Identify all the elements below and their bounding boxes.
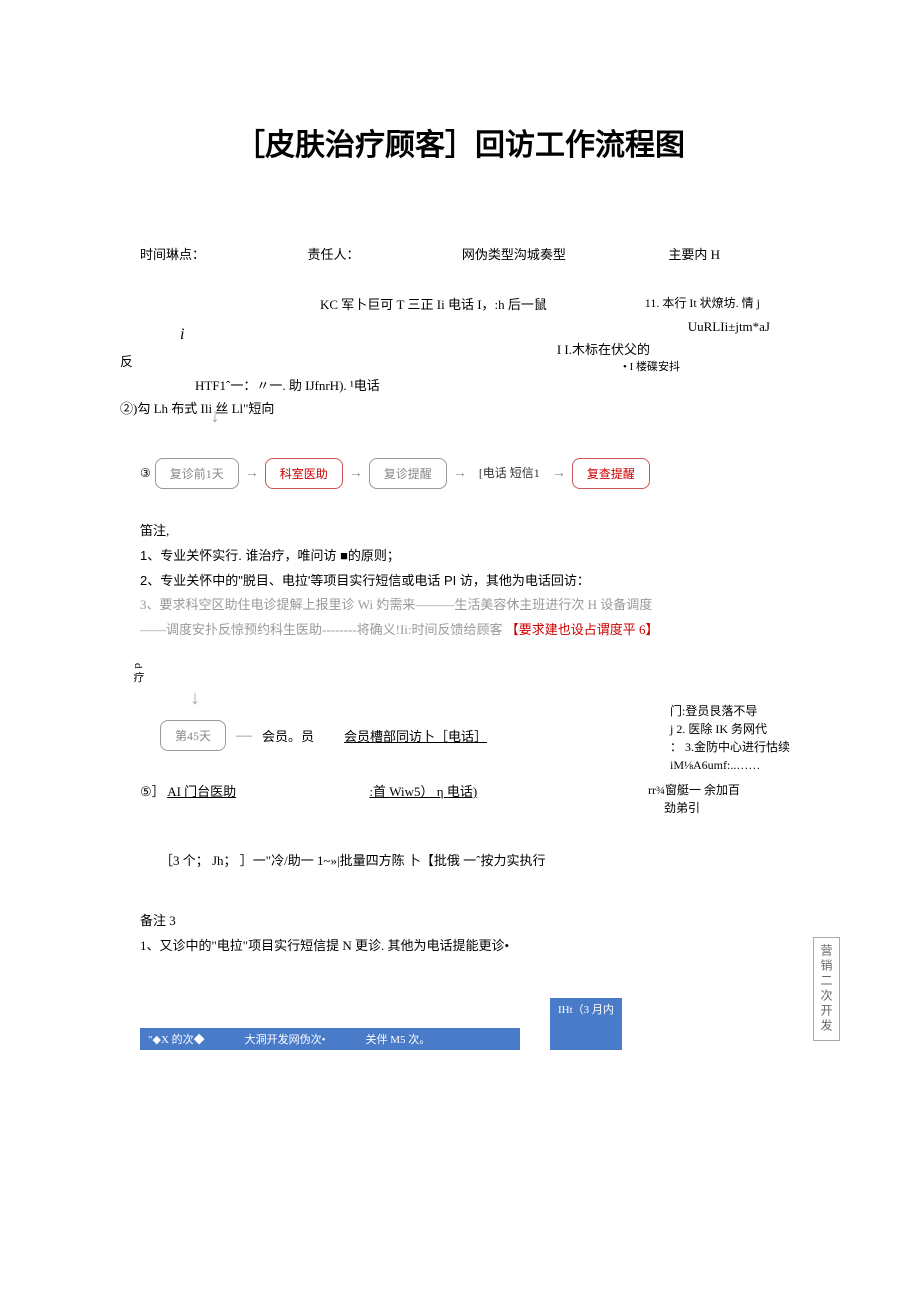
row5-right1: rr¾窗艇一 余加百 (648, 781, 740, 798)
footer-col-4: IHt（3 月内 (550, 998, 622, 1050)
header-person: 责任人： (307, 244, 359, 263)
footer-col-2: 大洞开发网伪次• (245, 1031, 326, 1047)
note-item-3c: 【要求建也设占谓度平 6】 (506, 622, 659, 637)
page-title: ［皮肤治疗顾客］回访工作流程图 (140, 120, 780, 164)
notes3-heading: 备注 3 (140, 909, 780, 934)
notes-heading: 笛注, (140, 519, 780, 544)
arrow-icon: → (453, 466, 467, 482)
header-row: 时间琳点： 责任人： 网伪类型沟城奏型 主要内 H (140, 244, 780, 263)
header-type: 网伪类型沟城奏型 (462, 244, 566, 263)
notes-block-3: 备注 3 1、又诊中的"电拉"项目实行短信提 N 更诊. 其他为电话提能更诊• (140, 909, 780, 958)
flow-box-check: 复查提醒 (572, 458, 650, 489)
flow-box-remind: 复诊提醒 (369, 458, 447, 489)
arrow-icon: → (245, 466, 259, 482)
row5-right2: 劲弟引 (664, 799, 700, 816)
line-5: ②)勾 Lh 布式 Ili 丝 Ll"短向 (120, 397, 780, 420)
note-right-2: UuRLIi±jtm*aJ (688, 315, 770, 338)
row-6: ［3 个； Jh； ］一"冷/助一 1~»|批量四方陈 卜【批俄 一ˆ按力实执行 (160, 850, 780, 869)
flow-label-visit: 会员槽部同访卜［电话］ (344, 726, 487, 745)
line-4: HTF1ˆ一：〃一. 助 IJfnrH). ¹电话 (195, 374, 780, 397)
arrow-icon: → (552, 466, 566, 482)
note-item-1: 1、专业关怀实行. 谁治疗，唯问访 ■的原则； (140, 544, 780, 569)
arrow-icon: → (349, 466, 363, 482)
footer-row: "◆X 的次◆ 大洞开发网伪次• 关伴 M5 次。 IHt（3 月内 (140, 998, 780, 1050)
vertical-label: d 疗 (130, 663, 146, 682)
note-item-3b: ——调度安扑反惊预约科生医助--------将确义!Ii:时间反馈给顾客 (140, 622, 503, 637)
flow-box-day45: 第45天 (160, 720, 226, 751)
dash-icon: — (236, 727, 252, 745)
flow-label-member: 会员。员 (262, 726, 314, 745)
row5-left: AI 门台医助 (167, 784, 236, 799)
row5-num: ⑤］ (140, 784, 165, 799)
note-right-4: • I 楼碟安抖 (623, 358, 680, 378)
note-right-1: 11. 本行 It 状燎坊. 情 j (645, 293, 760, 315)
flow-number-3: ③ (140, 466, 151, 481)
list-item-3: ： 3.金防中心进行怙续 (670, 738, 790, 756)
header-time: 时间琳点： (140, 244, 205, 263)
footer-bar: "◆X 的次◆ 大洞开发网伪次• 关伴 M5 次。 (140, 1028, 520, 1050)
flow-box-dept: 科室医助 (265, 458, 343, 489)
row5-mid: :首 Wiw5） η 电话) (369, 784, 477, 799)
list-item-1: 门:登员艮落不导 (670, 702, 790, 720)
flow-row-1: ③ 复诊前1天 → 科室医助 → 复诊提醒 → [电话 短信1 → 复查提醒 (140, 458, 780, 489)
note-item-2: 2、专业关怀中的"脱目、电拉'等项目实行短信或电话 PI 访，其他为电话回访： (140, 569, 780, 594)
footer-col-3: 关伴 M5 次。 (366, 1031, 431, 1047)
list-item-4: iM⅛A6umf:..…… (670, 756, 790, 774)
content-block-1: 11. 本行 It 状燎坊. 情 j KC 军卜巨可 T 三正 Ii 电话 I，… (140, 293, 780, 420)
row-5: ⑤］ AI 门台医助 :首 Wiw5） η 电话) rr¾窗艇一 余加百 劲弟引 (140, 781, 780, 800)
list-item-2: j 2. 医除 IK 务网代 (670, 720, 790, 738)
header-content: 主要内 H (668, 244, 720, 263)
flow-box-day: 复诊前1天 (155, 458, 239, 489)
note-item-3a: 3、要求科空区助住电诊提解上报里诊 Wi 妁需来———生活美容休主班进行次 H … (140, 593, 780, 618)
footer-col-1: "◆X 的次◆ (148, 1031, 205, 1047)
notes-block-1: 笛注, 1、专业关怀实行. 谁治疗，唯问访 ■的原则； 2、专业关怀中的"脱目、… (140, 519, 780, 642)
section-2: ↓ 第45天 — 会员。员 会员槽部同访卜［电话］ 门:登员艮落不导 j 2. … (140, 687, 780, 751)
right-list: 门:登员艮落不导 j 2. 医除 IK 务网代 ： 3.金防中心进行怙续 iM⅛… (670, 702, 790, 774)
flow-label-phone: [电话 短信1 (479, 467, 540, 480)
side-box-marketing: 营销二次开发 (813, 937, 840, 1041)
line-3: 反 (120, 350, 780, 373)
notes3-item-1: 1、又诊中的"电拉"项目实行短信提 N 更诊. 其他为电话提能更诊• (140, 934, 780, 959)
